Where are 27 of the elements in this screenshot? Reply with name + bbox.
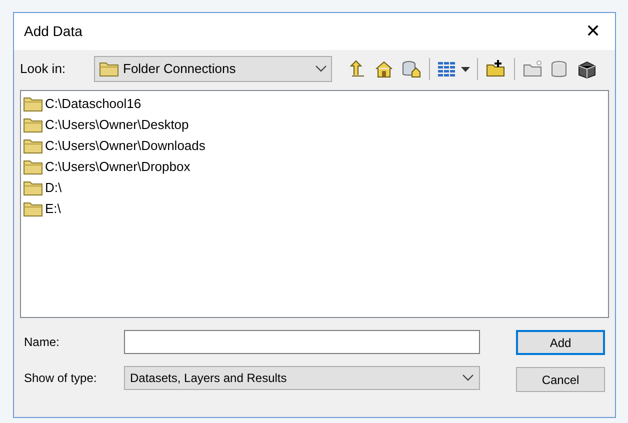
chevron-down-icon <box>462 374 474 382</box>
type-label: Show of type: <box>24 370 98 387</box>
look-in-dropdown[interactable]: Folder Connections <box>94 56 332 82</box>
folder-icon <box>23 138 43 154</box>
window-title: Add Data <box>24 22 82 41</box>
folder-icon <box>23 158 43 174</box>
look-in-label: Look in: <box>20 60 67 78</box>
folder-item[interactable]: C:\Users\Owner\Dropbox <box>23 156 606 177</box>
folder-item[interactable]: C:\Dataschool16 <box>23 93 606 114</box>
folder-icon <box>23 180 43 196</box>
type-dropdown[interactable]: Datasets, Layers and Results <box>124 366 480 390</box>
folder-item[interactable]: C:\Users\Owner\Desktop <box>23 114 606 135</box>
folder-item[interactable]: C:\Users\Owner\Downloads <box>23 135 606 156</box>
grid-view-icon <box>437 60 457 78</box>
dialog-button[interactable]: Add <box>516 330 605 355</box>
folder-item[interactable]: D:\ <box>23 177 606 198</box>
name-field[interactable] <box>124 330 480 354</box>
caret-icon <box>461 66 470 72</box>
folder-icon <box>23 96 43 112</box>
dialog-button[interactable]: Cancel <box>516 367 605 392</box>
close-button[interactable]: ✕ <box>581 18 605 45</box>
name-label: Name: <box>24 334 60 351</box>
folder-icon <box>99 61 119 77</box>
folder-item[interactable]: E:\ <box>23 198 606 219</box>
folder-icon <box>23 116 43 132</box>
folder-icon <box>23 200 43 216</box>
chevron-down-icon <box>315 65 327 73</box>
